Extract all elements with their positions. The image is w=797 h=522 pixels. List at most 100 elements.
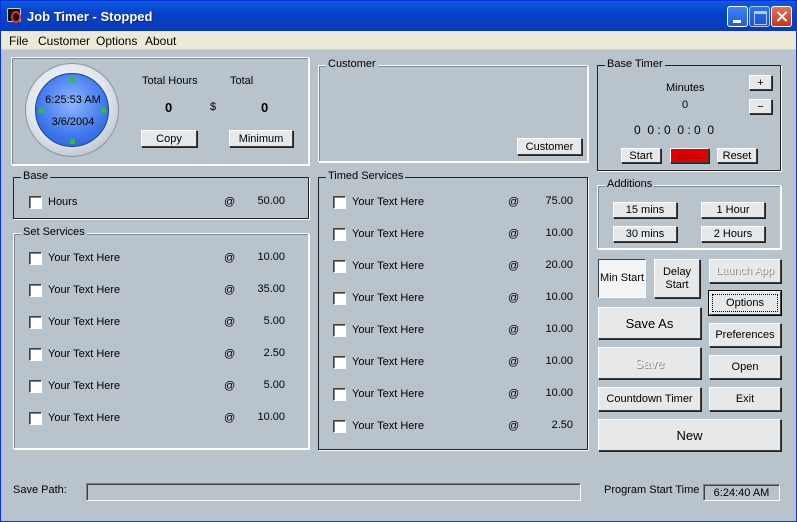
preferences-button[interactable]: Preferences [709, 323, 781, 347]
timed-service-label: Your Text Here [352, 196, 425, 208]
timed-service-checkbox[interactable] [333, 420, 346, 433]
min-start-button[interactable]: Min Start [598, 259, 646, 298]
title-bar[interactable]: Job Timer - Stopped [1, 1, 796, 31]
save-path-field[interactable] [86, 483, 581, 501]
open-button[interactable]: Open [709, 355, 781, 379]
countdown-timer-button[interactable]: Countdown Timer [598, 387, 701, 411]
close-icon[interactable] [771, 6, 792, 27]
menu-options[interactable]: Options [96, 34, 137, 48]
set-service-checkbox[interactable] [29, 284, 42, 297]
set-service-row: Your Text Here @10.00 [29, 411, 289, 427]
customer-group-label: Customer [326, 58, 378, 70]
launch-app-button[interactable]: Launch App [709, 259, 781, 283]
add-2-hours-button[interactable]: 2 Hours [701, 226, 765, 242]
timed-service-checkbox[interactable] [333, 260, 346, 273]
timed-service-row: Your Text Here @10.00 [333, 387, 593, 403]
timed-service-rate: 20.00 [545, 259, 573, 271]
base-hours-checkbox[interactable] [29, 196, 42, 209]
minimize-icon[interactable] [727, 6, 748, 27]
set-service-rate: 5.00 [263, 315, 285, 327]
set-service-checkbox[interactable] [29, 412, 42, 425]
set-service-label: Your Text Here [48, 252, 121, 264]
set-service-checkbox[interactable] [29, 380, 42, 393]
options-button[interactable]: Options [709, 291, 781, 315]
clock-time: 6:25:53 AM [45, 94, 101, 106]
menu-customer[interactable]: Customer [38, 34, 90, 48]
base-hours-rate: 50.00 [257, 195, 285, 207]
set-service-label: Your Text Here [48, 380, 121, 392]
clock-marker [70, 139, 75, 144]
timed-service-checkbox[interactable] [333, 228, 346, 241]
minimum-button[interactable]: Minimum [229, 130, 293, 147]
base-timer-group-label: Base Timer [605, 58, 665, 70]
timed-service-label: Your Text Here [352, 228, 425, 240]
start-button[interactable]: Start [621, 148, 661, 163]
minutes-value: 0 [682, 99, 689, 111]
clock-face: 6:25:53 AM 3/6/2004 [35, 73, 109, 147]
set-service-row: Your Text Here @5.00 [29, 315, 289, 331]
delay-start-button[interactable]: Delay Start [654, 259, 700, 298]
timed-service-rate: 75.00 [545, 195, 573, 207]
copy-button[interactable]: Copy [141, 130, 197, 147]
timed-service-row: Your Text Here @10.00 [333, 323, 593, 339]
add-30-mins-button[interactable]: 30 mins [613, 226, 677, 242]
add-15-mins-button[interactable]: 15 mins [613, 202, 677, 218]
set-services-group-label: Set Services [21, 226, 87, 238]
stop-button[interactable]: Stop [670, 148, 709, 163]
timed-service-label: Your Text Here [352, 420, 425, 432]
currency-symbol: $ [210, 101, 217, 113]
maximize-icon[interactable] [749, 6, 770, 27]
set-service-label: Your Text Here [48, 412, 121, 424]
total-label: Total [230, 75, 254, 87]
timed-service-row: Your Text Here @10.00 [333, 291, 593, 307]
add-1-hour-button[interactable]: 1 Hour [701, 202, 765, 218]
timed-service-checkbox[interactable] [333, 292, 346, 305]
timed-service-label: Your Text Here [352, 292, 425, 304]
timed-service-rate: 10.00 [545, 355, 573, 367]
timed-service-label: Your Text Here [352, 260, 425, 272]
analog-clock: 6:25:53 AM 3/6/2004 [25, 63, 119, 157]
set-service-checkbox[interactable] [29, 348, 42, 361]
menu-bar: File Customer Options About [1, 31, 796, 50]
base-hours-label: Hours [48, 196, 78, 208]
set-service-rate: 5.00 [263, 379, 285, 391]
set-service-checkbox[interactable] [29, 316, 42, 329]
save-path-label: Save Path: [13, 484, 67, 496]
timed-service-rate: 10.00 [545, 323, 573, 335]
exit-button[interactable]: Exit [709, 387, 781, 411]
total-hours-label: Total Hours [142, 75, 198, 87]
save-button[interactable]: Save [598, 347, 701, 379]
total-hours-value: 0 [165, 100, 173, 115]
reset-button[interactable]: Reset [717, 148, 757, 163]
timed-service-row: Your Text Here @2.50 [333, 419, 593, 435]
job-timer-window: Job Timer - Stopped File Customer Option… [0, 0, 797, 522]
timed-service-rate: 2.50 [551, 419, 573, 431]
timed-service-checkbox[interactable] [333, 388, 346, 401]
set-service-row: Your Text Here @10.00 [29, 251, 289, 267]
program-start-time-label: Program Start Time [604, 484, 700, 496]
timed-service-checkbox[interactable] [333, 196, 346, 209]
clock-date: 3/6/2004 [51, 116, 95, 128]
timed-service-checkbox[interactable] [333, 356, 346, 369]
menu-about[interactable]: About [145, 34, 176, 48]
set-service-checkbox[interactable] [29, 252, 42, 265]
timed-service-rate: 10.00 [545, 387, 573, 399]
elapsed-timer-display: 0 0 : 0 0 : 0 0 [634, 123, 715, 137]
set-service-rate: 10.00 [257, 411, 285, 423]
set-service-row: Your Text Here @5.00 [29, 379, 289, 395]
menu-file[interactable]: File [9, 34, 28, 48]
timed-service-checkbox[interactable] [333, 324, 346, 337]
timed-services-group: Timed Services [318, 170, 588, 450]
save-as-button[interactable]: Save As [598, 307, 701, 339]
set-service-rate: 2.50 [263, 347, 285, 359]
set-service-row: Your Text Here @35.00 [29, 283, 289, 299]
new-button[interactable]: New [598, 419, 781, 451]
set-service-rate: 35.00 [257, 283, 285, 295]
app-icon[interactable] [7, 8, 21, 23]
minutes-decrease-button[interactable]: − [749, 99, 772, 114]
minutes-increase-button[interactable]: + [749, 75, 772, 90]
base-group-label: Base [21, 170, 51, 182]
timed-service-rate: 10.00 [545, 291, 573, 303]
clock-marker [39, 108, 44, 113]
customer-button[interactable]: Customer [517, 138, 582, 155]
